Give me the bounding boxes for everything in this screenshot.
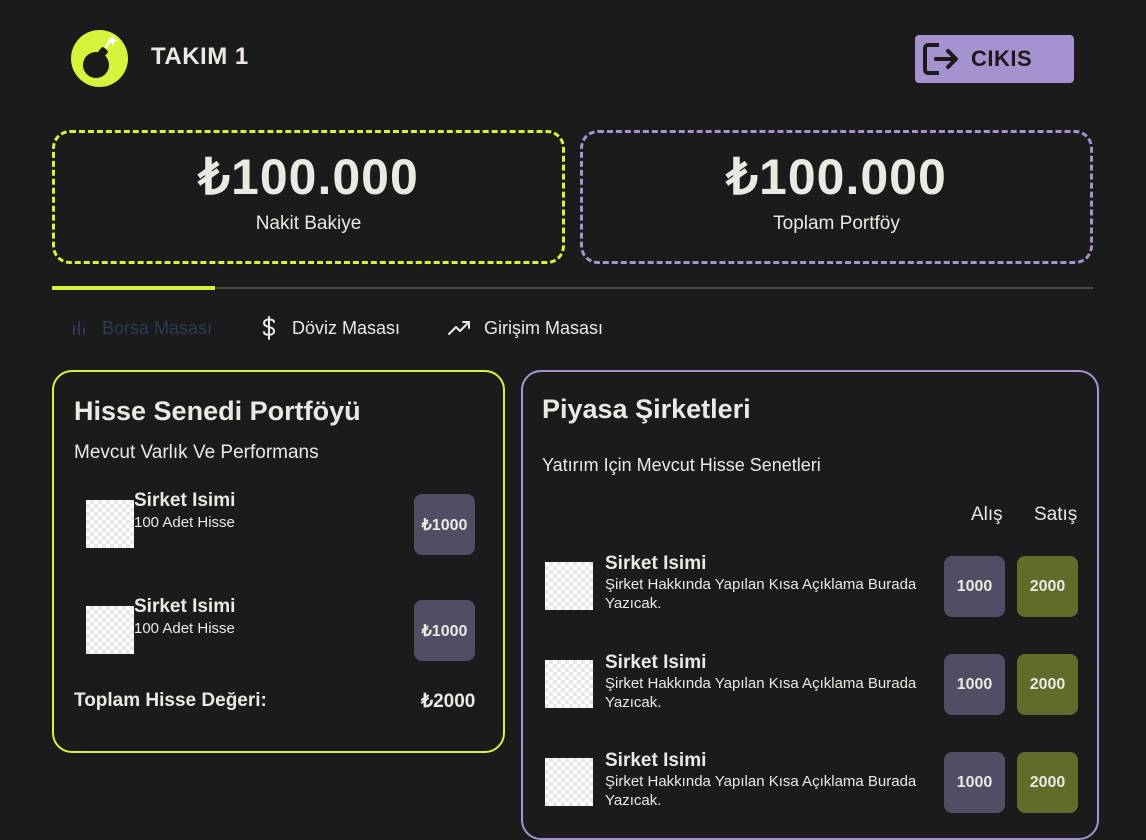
cash-balance-label: Nakit Bakiye [255, 213, 362, 234]
market-company-description: Şirket Hakkında Yapılan Kısa Açıklama Bu… [605, 773, 917, 809]
buy-column-header: Alış [971, 504, 1003, 525]
sell-column-header: Satış [1034, 504, 1078, 525]
portfolio-total-card: ₺100.000 Toplam Portföy [580, 130, 1093, 264]
market-company-name: Sirket Isimi [605, 553, 707, 574]
portfolio-title: Hisse Senedi Portföyü [74, 396, 361, 426]
company-logo [545, 562, 593, 610]
tab-label: Borsa Masası [102, 317, 213, 338]
buy-button[interactable]: 1000 [944, 654, 1005, 715]
portfolio-total-label: Toplam Hisse Değeri: [74, 690, 267, 711]
portfolio-total-label: Toplam Portföy [773, 213, 900, 234]
portfolio-total-value: ₺2000 [421, 691, 476, 712]
trending-up-icon [448, 321, 470, 335]
logout-label: CIKIS [971, 46, 1033, 71]
company-logo [545, 660, 593, 708]
tab-girisim-masasi[interactable]: Girişim Masası [448, 313, 603, 343]
portfolio-total-amount: ₺100.000 [726, 149, 947, 205]
company-logo [545, 758, 593, 806]
portfolio-company-name: Sirket Isimi [134, 490, 236, 511]
tab-active-indicator [52, 286, 215, 290]
sell-button[interactable]: 2000 [1017, 654, 1078, 715]
chart-bars-icon [73, 321, 85, 335]
tab-doviz-masasi[interactable]: Döviz Masası [258, 313, 400, 343]
cash-balance-card: ₺100.000 Nakit Bakiye [52, 130, 565, 264]
portfolio-subtitle: Mevcut Varlık Ve Performans [74, 442, 319, 463]
market-company-name: Sirket Isimi [605, 750, 707, 771]
tab-borsa-masasi[interactable]: Borsa Masası [70, 313, 212, 343]
portfolio-value-button[interactable]: ₺1000 [414, 600, 475, 661]
market-company-name: Sirket Isimi [605, 652, 707, 673]
team-logo [71, 30, 128, 87]
logout-button[interactable]: CIKIS [915, 35, 1074, 83]
tab-label: Döviz Masası [292, 317, 401, 338]
tab-label: Girişim Masası [484, 317, 604, 338]
portfolio-company-name: Sirket Isimi [134, 596, 236, 617]
buy-button[interactable]: 1000 [944, 556, 1005, 617]
team-name: TAKIM 1 [151, 43, 249, 70]
market-company-description: Şirket Hakkında Yapılan Kısa Açıklama Bu… [605, 576, 917, 612]
sell-button[interactable]: 2000 [1017, 556, 1078, 617]
buy-button[interactable]: 1000 [944, 752, 1005, 813]
portfolio-value-button[interactable]: ₺1000 [414, 494, 475, 555]
portfolio-company-shares: 100 Adet Hisse [134, 620, 235, 637]
sell-button[interactable]: 2000 [1017, 752, 1078, 813]
market-subtitle: Yatırım Için Mevcut Hisse Senetleri [542, 455, 821, 475]
market-company-description: Şirket Hakkında Yapılan Kısa Açıklama Bu… [605, 675, 917, 711]
cash-balance-amount: ₺100.000 [198, 149, 419, 205]
bomb-icon [83, 35, 118, 78]
market-title: Piyasa Şirketleri [542, 394, 751, 424]
logout-icon [923, 43, 958, 75]
company-logo [86, 500, 134, 548]
company-logo [86, 606, 134, 654]
dollar-icon [262, 316, 276, 340]
portfolio-company-shares: 100 Adet Hisse [134, 514, 235, 531]
